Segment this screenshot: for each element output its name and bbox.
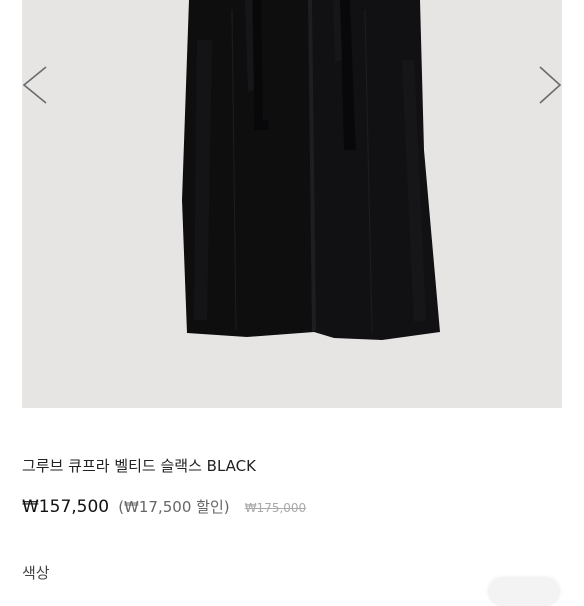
original-price: ₩175,000 bbox=[244, 501, 307, 515]
chevron-left-icon bbox=[22, 66, 47, 104]
product-image-gallery[interactable] bbox=[22, 0, 562, 408]
product-image bbox=[182, 0, 440, 340]
color-option-label: 색상 bbox=[22, 564, 50, 582]
gallery-next-button[interactable] bbox=[522, 60, 562, 108]
price-row: ₩157,500 (₩17,500 할인) ₩175,000 bbox=[22, 496, 306, 517]
floating-action-button[interactable] bbox=[488, 578, 560, 606]
sale-price: ₩157,500 bbox=[22, 497, 110, 517]
gallery-prev-button[interactable] bbox=[22, 60, 62, 108]
chevron-right-icon bbox=[539, 66, 562, 104]
product-title: 그루브 큐프라 벨티드 슬랙스 BLACK bbox=[22, 457, 256, 475]
discount-amount: (₩17,500 할인) bbox=[118, 498, 230, 516]
